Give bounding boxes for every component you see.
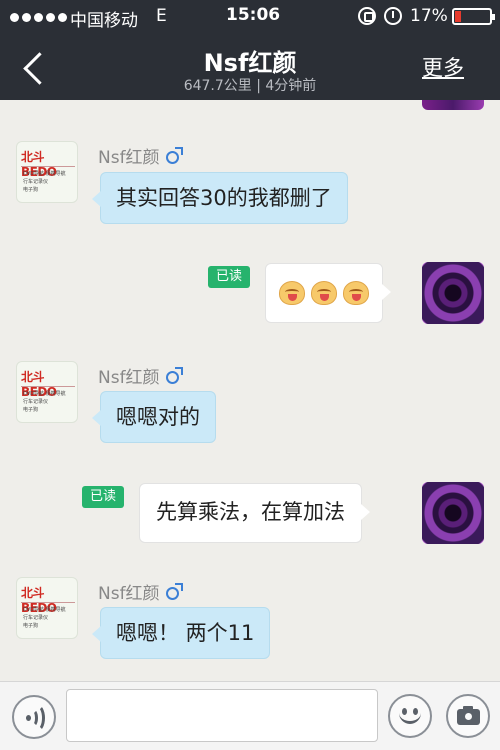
network-type: E <box>156 6 167 26</box>
avatar-caption: 电子狗 <box>23 187 39 193</box>
read-badge: 已读 <box>208 266 250 288</box>
avatar-caption: DVD导航 便携导航 <box>23 171 66 177</box>
smiley-icon[interactable] <box>388 694 432 738</box>
male-icon <box>165 367 183 384</box>
contact-avatar[interactable]: 北斗BEDO DVD导航 便携导航 行车记录仪 电子狗 <box>16 361 78 423</box>
avatar-caption: DVD导航 便携导航 <box>23 607 66 613</box>
incoming-message[interactable]: 其实回答30的我都删了 <box>92 172 348 224</box>
my-avatar[interactable] <box>422 262 484 324</box>
alarm-icon <box>384 7 402 25</box>
my-avatar-partial[interactable] <box>422 100 484 110</box>
header: 中国移动 E 15:06 17% Nsf红颜 647.7公里 | 4分钟前 更多 <box>0 0 500 100</box>
more-button[interactable]: 更多 <box>422 52 464 82</box>
incoming-message[interactable]: 嗯嗯对的 <box>92 391 216 443</box>
laughing-emoji-icon <box>279 281 305 305</box>
contact-avatar[interactable]: 北斗BEDO DVD导航 便携导航 行车记录仪 电子狗 <box>16 141 78 203</box>
male-icon <box>165 583 183 600</box>
rotation-lock-icon <box>358 7 376 25</box>
my-avatar[interactable] <box>422 482 484 544</box>
battery-icon <box>452 8 495 25</box>
status-time: 15:06 <box>226 5 281 25</box>
avatar-caption: 行车记录仪 <box>23 179 49 185</box>
camera-icon[interactable] <box>446 694 490 738</box>
outgoing-message[interactable]: 先算乘法，在算加法 <box>139 483 370 543</box>
battery-level-fill <box>455 11 461 22</box>
input-bar <box>0 681 500 750</box>
sender-name: Nsf红颜 <box>98 579 183 604</box>
signal-dots-icon <box>10 13 67 22</box>
message-input[interactable] <box>66 689 378 742</box>
voice-icon[interactable] <box>12 695 56 739</box>
avatar-caption: DVD导航 便携导航 <box>23 391 66 397</box>
avatar-caption: 电子狗 <box>23 623 39 629</box>
read-badge: 已读 <box>82 486 124 508</box>
avatar-caption: 行车记录仪 <box>23 615 49 621</box>
battery-percent: 17% <box>410 6 448 26</box>
avatar-caption: 行车记录仪 <box>23 399 49 405</box>
carrier-label: 中国移动 <box>70 11 138 31</box>
sender-name: Nsf红颜 <box>98 143 183 168</box>
male-icon <box>165 147 183 164</box>
status-bar: 中国移动 E 15:06 17% <box>0 0 500 34</box>
laughing-emoji-icon <box>343 281 369 305</box>
sender-name: Nsf红颜 <box>98 363 183 388</box>
incoming-message[interactable]: 嗯嗯！ 两个11 <box>91 607 271 659</box>
avatar-caption: 电子狗 <box>23 407 39 413</box>
outgoing-message[interactable] <box>265 263 391 323</box>
contact-avatar[interactable]: 北斗BEDO DVD导航 便携导航 行车记录仪 电子狗 <box>16 577 78 639</box>
laughing-emoji-icon <box>311 281 337 305</box>
